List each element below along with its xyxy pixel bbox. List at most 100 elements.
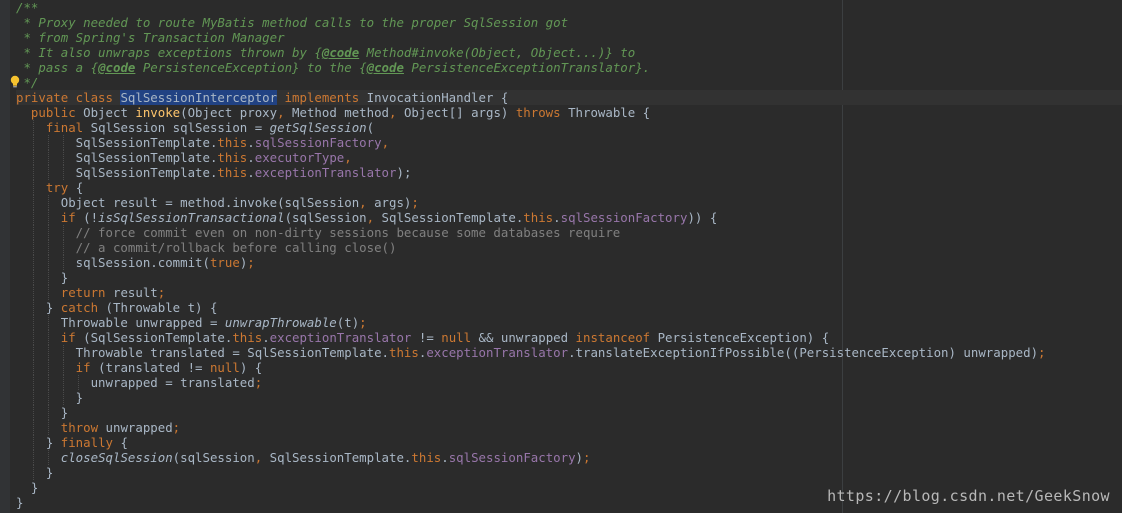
code-line[interactable]: SqlSessionTemplate.this.exceptionTransla… [16,165,1122,180]
code-line[interactable]: SqlSessionTemplate.this.sqlSessionFactor… [16,135,1122,150]
code-area[interactable]: /** * Proxy needed to route MyBatis meth… [16,0,1122,510]
code-token: ; [583,450,591,465]
indent-guide [32,285,35,300]
code-token: (sqlSession [172,450,255,465]
code-token: ; [157,285,166,300]
code-token: ; [247,255,255,270]
code-line[interactable]: } [16,270,1122,285]
code-line[interactable]: } [16,390,1122,405]
code-token: } [16,270,69,285]
code-token: ; [172,420,181,435]
code-token: SqlSessionTemplate. [16,150,218,165]
indent-guide [32,210,35,225]
code-token: (SqlSessionTemplate. [83,330,233,345]
indent-guide [47,270,50,285]
code-line[interactable]: closeSqlSession(sqlSession, SqlSessionTe… [16,450,1122,465]
indent-guide [32,195,35,210]
code-line[interactable]: } catch (Throwable t) { [16,300,1122,315]
code-line[interactable]: if (!isSqlSessionTransactional(sqlSessio… [16,210,1122,225]
code-line[interactable]: return result; [16,285,1122,300]
code-line[interactable]: // a commit/rollback before calling clos… [16,240,1122,255]
code-line[interactable]: * pass a {@code PersistenceException} to… [16,60,1122,75]
indent-guide [32,135,35,150]
code-token: ( [366,120,375,135]
code-token: args) [374,195,412,210]
code-token: . [247,135,255,150]
code-token: ) { [239,360,263,375]
code-token: if [16,360,99,375]
code-token: null [209,360,240,375]
code-token: try [16,180,76,195]
code-token: SqlSessionTemplate. [381,210,524,225]
code-line[interactable]: } finally { [16,435,1122,450]
code-token: SqlSessionInterceptor [120,90,278,105]
code-token: unwrapThrowable [224,315,337,330]
indent-guide [32,405,35,420]
code-line[interactable]: } [16,465,1122,480]
code-token: * pass a { [16,60,99,75]
code-token: { [120,435,128,450]
indent-guide [62,150,65,165]
code-token: return [16,285,113,300]
code-token: private class [16,90,121,105]
code-line[interactable]: Throwable unwrapped = unwrapThrowable(t)… [16,315,1122,330]
code-line[interactable]: if (SqlSessionTemplate.this.exceptionTra… [16,330,1122,345]
code-token: sqlSessionFactory [254,135,382,150]
code-token: . [262,330,270,345]
code-line[interactable]: Object result = method.invoke(sqlSession… [16,195,1122,210]
indent-guide [32,420,35,435]
code-line[interactable]: unwrapped = translated; [16,375,1122,390]
code-token: ; [411,195,419,210]
code-line[interactable]: /** [16,0,1122,15]
code-token: * from Spring's Transaction Manager [16,30,285,45]
code-line[interactable]: SqlSessionTemplate.this.executorType, [16,150,1122,165]
code-token: (t) [336,315,360,330]
indent-guide [47,285,50,300]
code-line[interactable]: */ [16,75,1122,90]
code-token: .translateExceptionIfPossible((Persisten… [568,345,1039,360]
code-token: result [112,285,158,300]
code-token: (sqlSession [284,210,367,225]
code-line[interactable]: * Proxy needed to route MyBatis method c… [16,15,1122,30]
code-line[interactable]: try { [16,180,1122,195]
code-line[interactable]: } [16,405,1122,420]
code-line[interactable]: * It also unwraps exceptions thrown by {… [16,45,1122,60]
indent-guide [62,225,65,240]
indent-guide [47,375,50,390]
code-line[interactable]: final SqlSession sqlSession = getSqlSess… [16,120,1122,135]
code-token: sqlSessionFactory [448,450,576,465]
code-token: , [389,105,404,120]
code-line[interactable]: Throwable translated = SqlSessionTemplat… [16,345,1122,360]
code-token: instanceof [575,330,658,345]
code-token: ; [254,375,263,390]
code-token: Object result = method.invoke(sqlSession [16,195,360,210]
code-line[interactable]: // force commit even on non-dirty sessio… [16,225,1122,240]
code-editor[interactable]: /** * Proxy needed to route MyBatis meth… [0,0,1122,513]
code-line[interactable]: private class SqlSessionInterceptor impl… [16,90,1122,105]
code-token: unwrapped [105,420,173,435]
indent-guide [32,435,35,450]
indent-guide [47,165,50,180]
code-line[interactable]: throw unwrapped; [16,420,1122,435]
code-token: Throwable translated = SqlSessionTemplat… [16,345,389,360]
indent-guide [47,390,50,405]
code-token: SqlSessionTemplate. [16,135,218,150]
code-token: this [411,450,442,465]
code-token: . [553,210,561,225]
code-token: isSqlSessionTransactional [98,210,285,225]
code-token: SqlSessionTemplate. [16,165,218,180]
code-line[interactable]: sqlSession.commit(true); [16,255,1122,270]
indent-guide [32,150,35,165]
indent-guide [62,240,65,255]
code-token: Throwable { [568,105,651,120]
indent-guide [32,315,35,330]
indent-guide [47,420,50,435]
code-line[interactable]: public Object invoke(Object proxy, Metho… [16,105,1122,120]
indent-guide [77,375,80,390]
code-token: @code [321,45,360,60]
code-token: this [523,210,554,225]
code-line[interactable]: if (translated != null) { [16,360,1122,375]
indent-guide [47,315,50,330]
code-token: , [254,450,270,465]
code-line[interactable]: * from Spring's Transaction Manager [16,30,1122,45]
